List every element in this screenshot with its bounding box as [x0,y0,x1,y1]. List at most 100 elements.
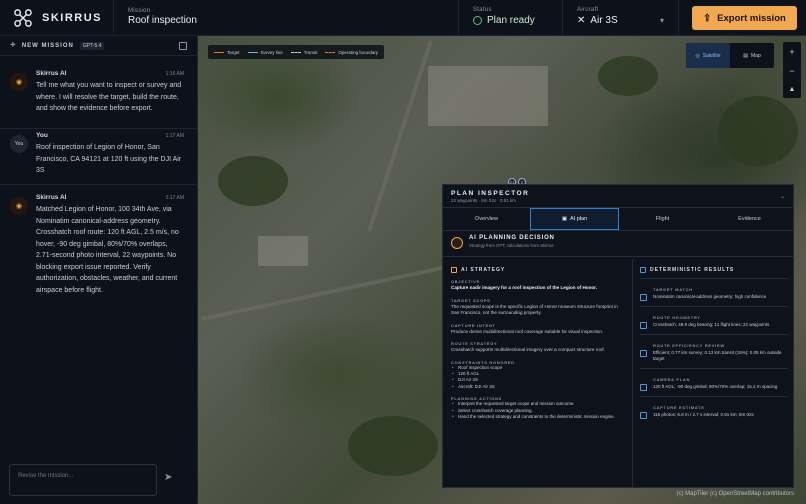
revise-input[interactable]: Revise the mission... [9,464,157,496]
export-mission-button[interactable]: ⇪ Export mission [692,6,797,30]
result-row: TARGET MATCH Nominatim canonical-address … [640,287,788,301]
message-author: Skirrus AI 1:16 AM [36,70,184,77]
zoom-controls: + − ▲ [783,42,801,98]
chat-header: + NEW MISSION GPT-5.4 [0,36,197,56]
objective-label: OBJECTIVE [451,279,480,284]
aircraft-label: Aircraft [577,6,599,13]
decision-title: AI PLANNING DECISION [469,235,555,241]
message-text: Roof inspection of Legion of Honor, San … [36,144,182,174]
list-item: Hand the selected strategy and constrain… [451,414,625,421]
collapse-icon[interactable]: ⌄ [780,193,785,200]
chat-panel: + NEW MISSION GPT-5.4 ◉ Skirrus AI 1:16 A… [0,36,198,504]
zoom-out-button[interactable]: − [789,66,794,76]
ai-avatar: ◉ [10,73,28,91]
zoom-in-button[interactable]: + [789,47,794,57]
chat-message: ◉ Skirrus AI 1:17 AM Matched Legion of Ho… [0,194,198,296]
chevron-down-icon: ▾ [659,15,664,25]
map-tree [348,416,438,476]
top-bar: SKIRRUS Mission Roof inspection Status P… [0,0,806,36]
intent-block: CAPTURE INTENT Produce dense multidirect… [451,323,625,336]
inspector-body: AI STRATEGY OBJECTIVE Capture nadir imag… [443,259,795,487]
message-time: 1:17 AM [165,133,184,139]
decision-icon [451,237,463,249]
scope-label: TARGET SCOPE [451,297,491,303]
status-text: Plan ready [487,14,535,26]
objective-value: Capture nadir imagery for a roof inspect… [451,285,597,290]
send-icon[interactable]: ➤ [164,472,184,490]
notes-icon[interactable] [179,41,187,50]
message-author: You 1:17 AM [36,132,184,139]
result-icon [640,350,647,357]
ai-avatar: ◉ [10,197,28,215]
route-strategy-block: ROUTE STRATEGY Crosshatch supports multi… [451,341,625,354]
tab-overview[interactable]: Overview [443,208,530,230]
mission-field[interactable]: Mission Roof inspection [114,0,459,36]
divider [640,395,788,397]
export-label: Export mission [717,12,786,24]
tab-evidence[interactable]: Evidence [706,208,793,230]
list-item: Aircraft: DJI Air 3S [451,384,625,391]
ai-strategy-title: AI STRATEGY [451,267,625,273]
route-strategy-value: Crosshatch supports multidirectional ima… [451,347,605,352]
result-label: ROUTE GEOMETRY [653,315,701,320]
result-value: Efficient; 0.77 km survey; 0.13 km trans… [653,350,782,362]
map-building [258,236,308,266]
tab-ai-plan[interactable]: ▣ AI plan [530,208,619,230]
compass-icon[interactable]: ▲ [789,86,796,93]
map-building [428,66,548,126]
results-icon [640,267,646,273]
aircraft-value[interactable]: ✕ Air 3S ▾ [577,15,664,26]
divider [0,184,198,185]
tab-flight[interactable]: Flight [619,208,706,230]
result-label: CAPTURE ESTIMATE [653,404,705,410]
planning-decision: AI PLANNING DECISION Strategy from GPT; … [443,231,793,257]
scope-block: TARGET SCOPE The requested scope is the … [451,298,625,317]
map-tree [598,56,658,96]
deterministic-results-section: DETERMINISTIC RESULTS TARGET MATCH Nomina… [633,259,795,487]
result-icon [640,294,647,301]
brand-name: SKIRRUS [42,11,103,24]
status-value: Plan ready [473,15,548,26]
mission-label: Mission [128,7,151,14]
divider [640,278,788,279]
author-name: Skirrus AI [36,70,67,77]
ai-strategy-section: AI STRATEGY OBJECTIVE Capture nadir imag… [443,259,633,487]
inspector-title: PLAN INSPECTOR [451,190,530,197]
user-avatar: You [10,135,28,153]
intent-label: CAPTURE INTENT [451,322,496,328]
result-icon [640,383,647,391]
legend-survey-line: Survey line [247,50,283,55]
chat-message: You You 1:17 AM Roof inspection of Legion… [0,132,198,177]
layer-map-button[interactable]: ▤ Map [730,43,774,68]
result-label: ROUTE EFFICIENCY REVIEW [653,343,725,348]
constraints-list: Roof inspection scope 120 ft AGL DJI Air… [451,365,625,391]
map-icon: ▤ [743,52,748,59]
map-legend: Target Survey line Transit Operating bou… [208,45,385,59]
new-mission-button[interactable]: NEW MISSION [22,43,74,49]
result-value: Crosshatch; 48.9 deg bearing; 11 flight … [653,322,770,327]
divider [0,128,198,129]
route-strategy-label: ROUTE STRATEGY [451,341,498,346]
plus-icon[interactable]: + [10,40,16,51]
brand[interactable]: SKIRRUS [0,0,114,36]
layer-switch: ◎ Satellite ▤ Map [686,43,774,68]
inspector-tabs: Overview ▣ AI plan Flight Evidence [443,207,793,231]
inspector-subtitle: 22 waypoints · 6m 02s · 0.91 km [451,198,517,203]
aircraft-select[interactable]: Aircraft ✕ Air 3S ▾ [563,0,679,36]
map-road [367,40,433,232]
message-time: 1:16 AM [165,71,184,77]
message-text: Matched Legion of Honor, 100 34th Ave, v… [36,206,179,294]
layer-satellite-button[interactable]: ◎ Satellite [686,43,730,68]
map-attribution[interactable]: (c) MapTiler (c) OpenStreetMap contribut… [677,491,794,497]
objective-block: OBJECTIVE Capture nadir imagery for a ro… [451,279,625,292]
actions-block: PLANNING ACTIONS Interpret the requested… [451,396,625,421]
ai-plan-icon: ▣ [561,216,568,222]
author-name: Skirrus AI [36,194,67,201]
plan-inspector: PLAN INSPECTOR 22 waypoints · 6m 02s · 0… [442,184,794,488]
divider [640,367,788,369]
author-name: You [36,132,48,139]
legend-target: Target [214,50,240,55]
export-icon: ⇪ [703,12,712,24]
map-tree [218,156,288,206]
mission-name[interactable]: Roof inspection [128,15,444,26]
